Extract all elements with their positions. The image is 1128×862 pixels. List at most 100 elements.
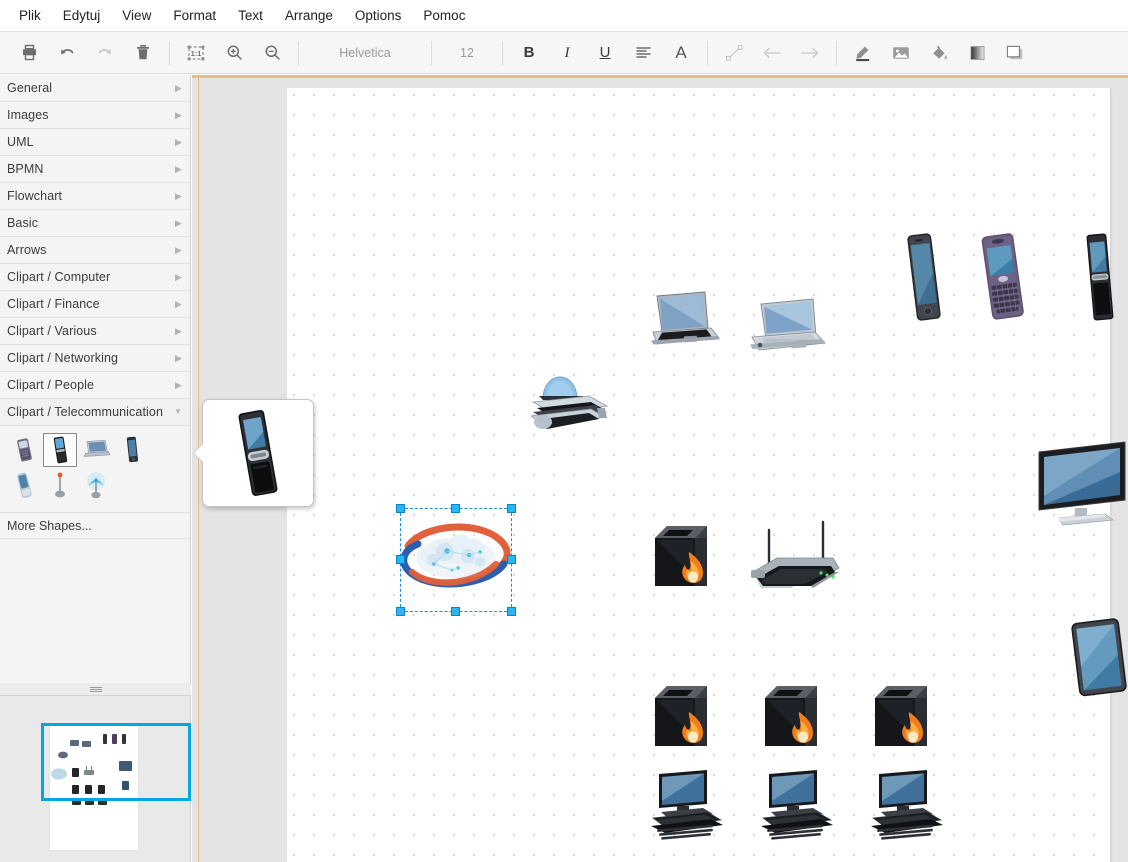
shape-antenna[interactable] [43,469,77,503]
canvas-left-border [198,78,199,862]
canvas-blackberry[interactable] [973,228,1039,328]
menu-edytuj[interactable]: Edytuj [52,3,112,29]
resize-handle-w[interactable] [396,555,405,564]
canvas-firewall-3[interactable] [757,676,829,758]
sidebar-item-label: Clipart / People [7,378,95,392]
diagram-page[interactable] [287,88,1127,862]
shadow-icon[interactable] [1000,39,1030,67]
resize-handle-se[interactable] [507,607,516,616]
canvas-area[interactable] [192,75,1128,862]
toolbar-separator-2 [298,40,299,65]
resize-handle-sw[interactable] [396,607,405,616]
text-color-button[interactable]: A [667,40,695,66]
resize-handle-ne[interactable] [507,504,516,513]
chevron-right-icon: ▶ [174,163,182,174]
canvas-laptop-2[interactable] [743,296,827,358]
gradient-icon[interactable] [962,39,992,67]
sidebar-item-clipart-computer[interactable]: Clipart / Computer ▶ [0,264,190,291]
phone-flip-preview-icon [238,410,278,496]
sidebar-item-clipart-people[interactable]: Clipart / People ▶ [0,372,190,399]
shape-phone-purple[interactable] [7,433,41,467]
shape-antenna-wireless[interactable] [79,469,113,503]
canvas-router[interactable] [747,516,845,600]
underline-button[interactable]: U [591,40,619,66]
chevron-right-icon: ▶ [174,190,182,201]
fill-bucket-icon[interactable] [924,39,954,67]
font-family-select[interactable]: Helvetica [306,39,424,67]
outline-panel[interactable] [0,696,191,862]
arrow-right-icon [795,39,825,67]
sidebar-item-images[interactable]: Images ▶ [0,102,190,129]
chevron-right-icon: ▶ [174,244,182,255]
canvas-firewall-1[interactable] [647,516,719,598]
sidebar-item-label: BPMN [7,162,44,176]
canvas-firewall-2[interactable] [647,676,719,758]
pen-icon[interactable] [848,39,878,67]
grip-icon [89,686,102,692]
more-shapes-button[interactable]: More Shapes... [0,513,190,539]
menu-format[interactable]: Format [162,3,227,29]
sidebar-item-label: Clipart / Computer [7,270,111,284]
print-icon[interactable] [14,39,44,67]
line-icon [719,39,749,67]
sidebar-item-flowchart[interactable]: Flowchart ▶ [0,183,190,210]
canvas-tablet[interactable] [1063,614,1128,700]
menu-arrange[interactable]: Arrange [274,3,344,29]
font-size-select[interactable]: 12 [439,39,495,67]
bold-button[interactable]: B [515,40,543,66]
menu-text[interactable]: Text [227,3,274,29]
resize-handle-s[interactable] [451,607,460,616]
canvas-desktop-2[interactable] [755,768,839,844]
sidebar-item-clipart-networking[interactable]: Clipart / Networking ▶ [0,345,190,372]
sidebar-item-general[interactable]: General ▶ [0,75,190,102]
canvas-printer[interactable] [527,366,619,446]
menu-options[interactable]: Options [344,3,413,29]
canvas-monitor[interactable] [1033,438,1128,538]
zoom-in-icon[interactable] [219,39,249,67]
chevron-right-icon: ▶ [174,217,182,228]
canvas-cloud-network[interactable] [400,508,512,612]
canvas-desktop-3[interactable] [865,768,949,844]
toolbar-separator-1 [169,40,170,65]
canvas-laptop-1[interactable] [643,290,723,350]
canvas-flip-phone[interactable] [1077,228,1123,326]
canvas-desktop-1[interactable] [645,768,729,844]
undo-icon[interactable] [52,39,82,67]
sidebar-item-label: UML [7,135,34,149]
shape-phone-blue[interactable] [7,469,41,503]
sidebar-item-arrows[interactable]: Arrows ▶ [0,237,190,264]
shape-smartphone[interactable] [115,433,149,467]
sidebar-item-clipart-telecommunication[interactable]: Clipart / Telecommunication ▼ [0,399,190,426]
zoom-out-icon[interactable] [257,39,287,67]
shape-preview-tooltip [202,399,314,507]
sidebar-item-basic[interactable]: Basic ▶ [0,210,190,237]
align-left-icon[interactable] [628,39,658,67]
italic-button[interactable]: I [553,40,581,66]
shape-laptop[interactable] [79,433,113,467]
chevron-right-icon: ▶ [174,379,182,390]
zoom-actual-icon[interactable]: 1:1 [181,39,211,67]
sidebar-item-label: Clipart / Networking [7,351,119,365]
shape-phone-flip[interactable] [43,433,77,467]
toolbar-separator-5 [707,40,708,65]
panel-splitter-handle[interactable] [0,683,191,696]
sidebar-item-clipart-finance[interactable]: Clipart / Finance ▶ [0,291,190,318]
delete-icon[interactable] [128,39,158,67]
menu-view[interactable]: View [111,3,162,29]
canvas-smartphone[interactable] [899,228,949,326]
sidebar-item-uml[interactable]: UML ▶ [0,129,190,156]
menu-pomoc[interactable]: Pomoc [412,3,476,29]
shapes-sidebar: General ▶ Images ▶ UML ▶ BPMN ▶ Flowchar… [0,75,191,687]
resize-handle-n[interactable] [451,504,460,513]
resize-handle-nw[interactable] [396,504,405,513]
resize-handle-e[interactable] [507,555,516,564]
sidebar-item-bpmn[interactable]: BPMN ▶ [0,156,190,183]
menu-bar: Plik Edytuj View Format Text Arrange Opt… [0,0,1128,32]
sidebar-item-clipart-various[interactable]: Clipart / Various ▶ [0,318,190,345]
canvas-firewall-4[interactable] [867,676,939,758]
sidebar-item-label: Arrows [7,243,47,257]
image-icon[interactable] [886,39,916,67]
chevron-right-icon: ▶ [174,352,182,363]
tooltip-pointer [194,443,204,463]
menu-plik[interactable]: Plik [8,3,52,29]
